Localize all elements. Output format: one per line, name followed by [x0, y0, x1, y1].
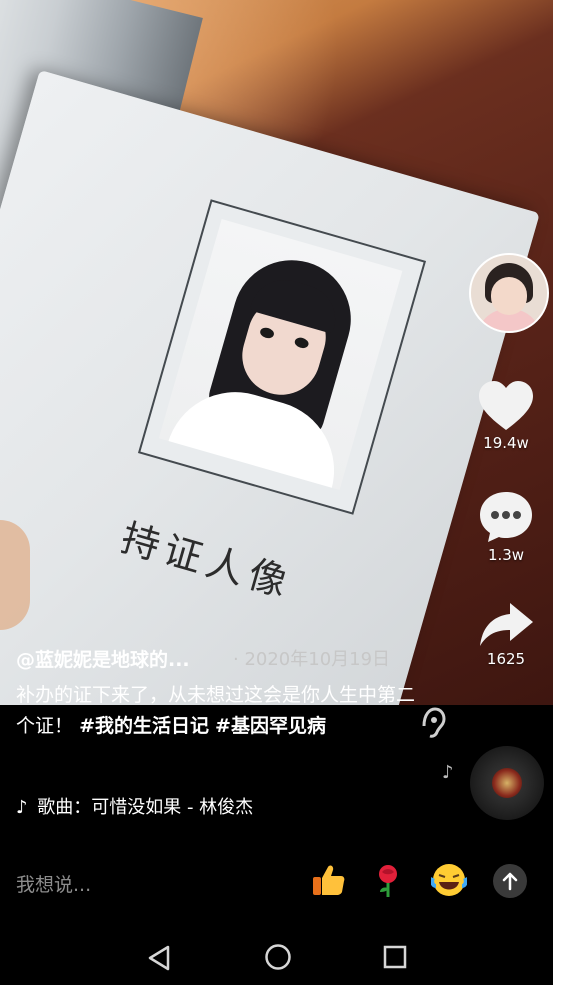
- avatar-face: [491, 277, 527, 315]
- music-title: 歌曲：可惜没如果 - 林俊杰: [37, 797, 254, 818]
- music-cover: [492, 768, 522, 798]
- music-note-icon: ♪: [442, 762, 454, 783]
- finger: [0, 520, 30, 630]
- tiktok-note-icon: ♪: [16, 797, 28, 818]
- heart-icon: [479, 381, 533, 430]
- recent-apps-icon[interactable]: [382, 944, 408, 970]
- id-photo: [158, 219, 403, 491]
- author-name[interactable]: @蓝妮妮是地球的...: [16, 645, 190, 672]
- like-count: 19.4w: [483, 434, 529, 452]
- author-avatar[interactable]: [469, 253, 549, 333]
- music-info[interactable]: ♪ 歌曲：可惜没如果 - 林俊杰: [16, 793, 253, 819]
- share-button[interactable]: 1625: [475, 600, 537, 668]
- music-disc[interactable]: [470, 746, 544, 820]
- arrow-up-icon: [502, 872, 518, 891]
- comment-icon: [480, 492, 532, 542]
- comment-input[interactable]: 我想说...: [16, 870, 91, 897]
- share-icon: [480, 603, 533, 646]
- hashtag-link[interactable]: #我的生活日记: [79, 715, 209, 737]
- comment-button[interactable]: 1.3w: [475, 490, 537, 564]
- post-date: · 2020年10月19日: [233, 649, 391, 670]
- video-frame[interactable]: 持证人像: [0, 0, 553, 705]
- hashtag-link[interactable]: #基因罕见病: [215, 715, 326, 737]
- send-button[interactable]: [493, 864, 527, 898]
- post-caption: 补办的证下来了，从未想过这会是你人生中第二个证！ #我的生活日记 #基因罕见病: [16, 680, 416, 742]
- video-screen[interactable]: 持证人像 19.4w 1.3w 1625 @蓝妮妮是地球的... · 2020年…: [0, 0, 553, 985]
- home-icon[interactable]: [264, 943, 292, 971]
- headphone-icon[interactable]: [420, 706, 446, 740]
- system-navigation-bar: [0, 930, 553, 985]
- comment-count: 1.3w: [487, 546, 525, 564]
- screen-edge: [553, 0, 561, 985]
- back-icon[interactable]: [146, 944, 172, 972]
- laughing-emoji-icon[interactable]: [431, 862, 467, 898]
- thumbs-up-emoji-icon[interactable]: [310, 862, 346, 898]
- like-button[interactable]: 19.4w: [475, 380, 537, 452]
- rose-emoji-icon[interactable]: [370, 862, 406, 898]
- share-count: 1625: [486, 650, 526, 668]
